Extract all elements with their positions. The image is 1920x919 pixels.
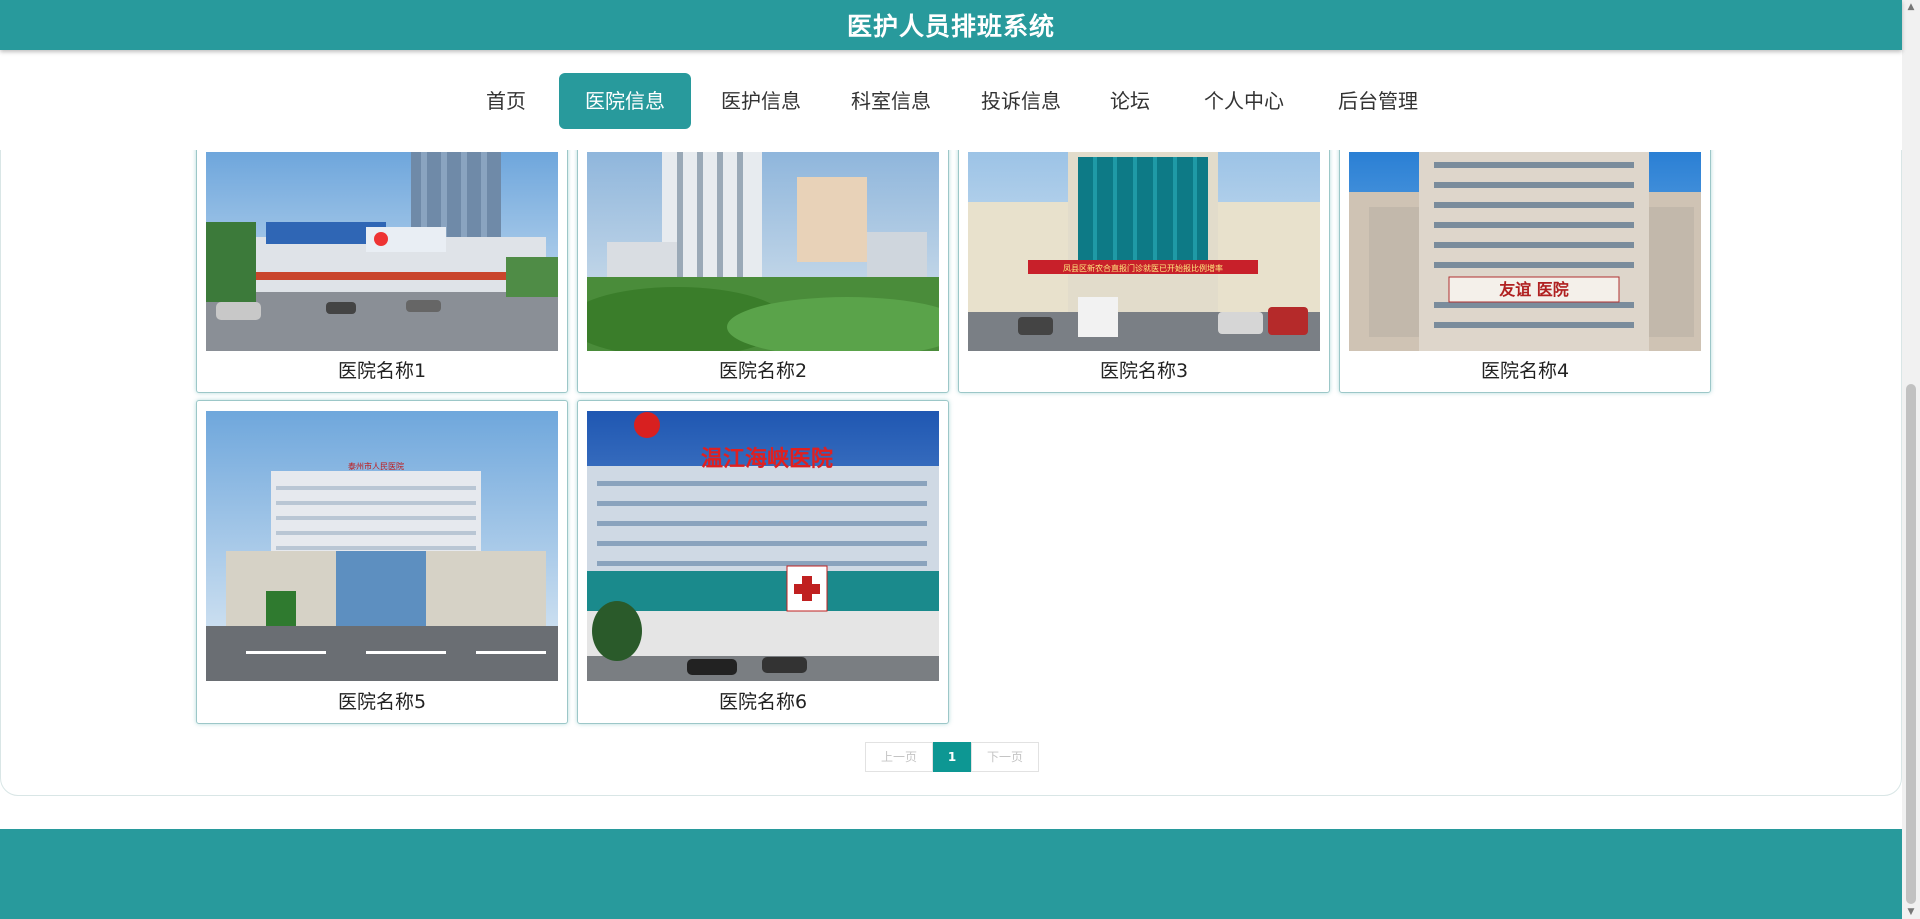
hospital-card-5[interactable]: 泰州市人民医院 医院名称5: [196, 400, 568, 724]
hospital-card-2[interactable]: 医院名称2: [577, 141, 949, 393]
site-title: 医护人员排班系统: [846, 12, 1055, 41]
nav-hospital-info[interactable]: 医院信息: [559, 73, 691, 129]
hospital-sign-6: 温江海峡医院: [701, 446, 833, 472]
hospital-banner-3: 凤县区新农合直报门诊就医已开始报比例增率: [1063, 263, 1223, 273]
nav-admin[interactable]: 后台管理: [1330, 73, 1426, 129]
hospital-card-4[interactable]: 友谊 医院 医院名称4: [1339, 141, 1711, 393]
scroll-thumb[interactable]: [1906, 384, 1916, 904]
hospital-sign-5: 泰州市人民医院: [348, 461, 404, 471]
hospital-image-6[interactable]: 温江海峡医院: [587, 411, 939, 681]
next-page-button[interactable]: 下一页: [971, 742, 1039, 772]
hospital-name-1[interactable]: 医院名称1: [197, 356, 567, 383]
hospital-name-4[interactable]: 医院名称4: [1340, 356, 1710, 383]
hospital-image-3[interactable]: 凤县区新农合直报门诊就医已开始报比例增率: [968, 152, 1320, 351]
hospital-name-6[interactable]: 医院名称6: [578, 687, 948, 714]
hospital-image-2[interactable]: [587, 152, 939, 351]
nav-home[interactable]: 首页: [476, 73, 536, 129]
nav-department-info[interactable]: 科室信息: [843, 73, 939, 129]
hospital-card-1[interactable]: 医院名称1: [196, 141, 568, 393]
header-bar: 医护人员排班系统: [0, 0, 1902, 50]
nav-medical-staff-info[interactable]: 医护信息: [713, 73, 809, 129]
scroll-up-icon[interactable]: ▲: [1902, 0, 1920, 14]
vertical-scrollbar[interactable]: ▲ ▼: [1902, 0, 1920, 919]
hospital-name-2[interactable]: 医院名称2: [578, 356, 948, 383]
hospital-image-5[interactable]: 泰州市人民医院: [206, 411, 558, 681]
hospital-sign-4: 友谊 医院: [1499, 280, 1569, 299]
hospital-name-3[interactable]: 医院名称3: [959, 356, 1329, 383]
hospital-image-4[interactable]: 友谊 医院: [1349, 152, 1701, 351]
prev-page-button[interactable]: 上一页: [865, 742, 933, 772]
pagination: 上一页 1 下一页: [865, 742, 1039, 772]
hospital-image-1[interactable]: [206, 152, 558, 351]
main-nav: 首页 医院信息 医护信息 科室信息 投诉信息 论坛 个人中心 后台管理: [0, 50, 1902, 150]
scroll-down-icon[interactable]: ▼: [1902, 905, 1920, 919]
page-1-button[interactable]: 1: [933, 742, 971, 772]
hospital-card-6[interactable]: 温江海峡医院 医院名称6: [577, 400, 949, 724]
nav-forum[interactable]: 论坛: [1100, 73, 1160, 129]
nav-complaint-info[interactable]: 投诉信息: [973, 73, 1069, 129]
footer: [0, 829, 1902, 919]
hospital-card-3[interactable]: 凤县区新农合直报门诊就医已开始报比例增率 医院名称3: [958, 141, 1330, 393]
nav-personal-center[interactable]: 个人中心: [1196, 73, 1292, 129]
hospital-name-5[interactable]: 医院名称5: [197, 687, 567, 714]
